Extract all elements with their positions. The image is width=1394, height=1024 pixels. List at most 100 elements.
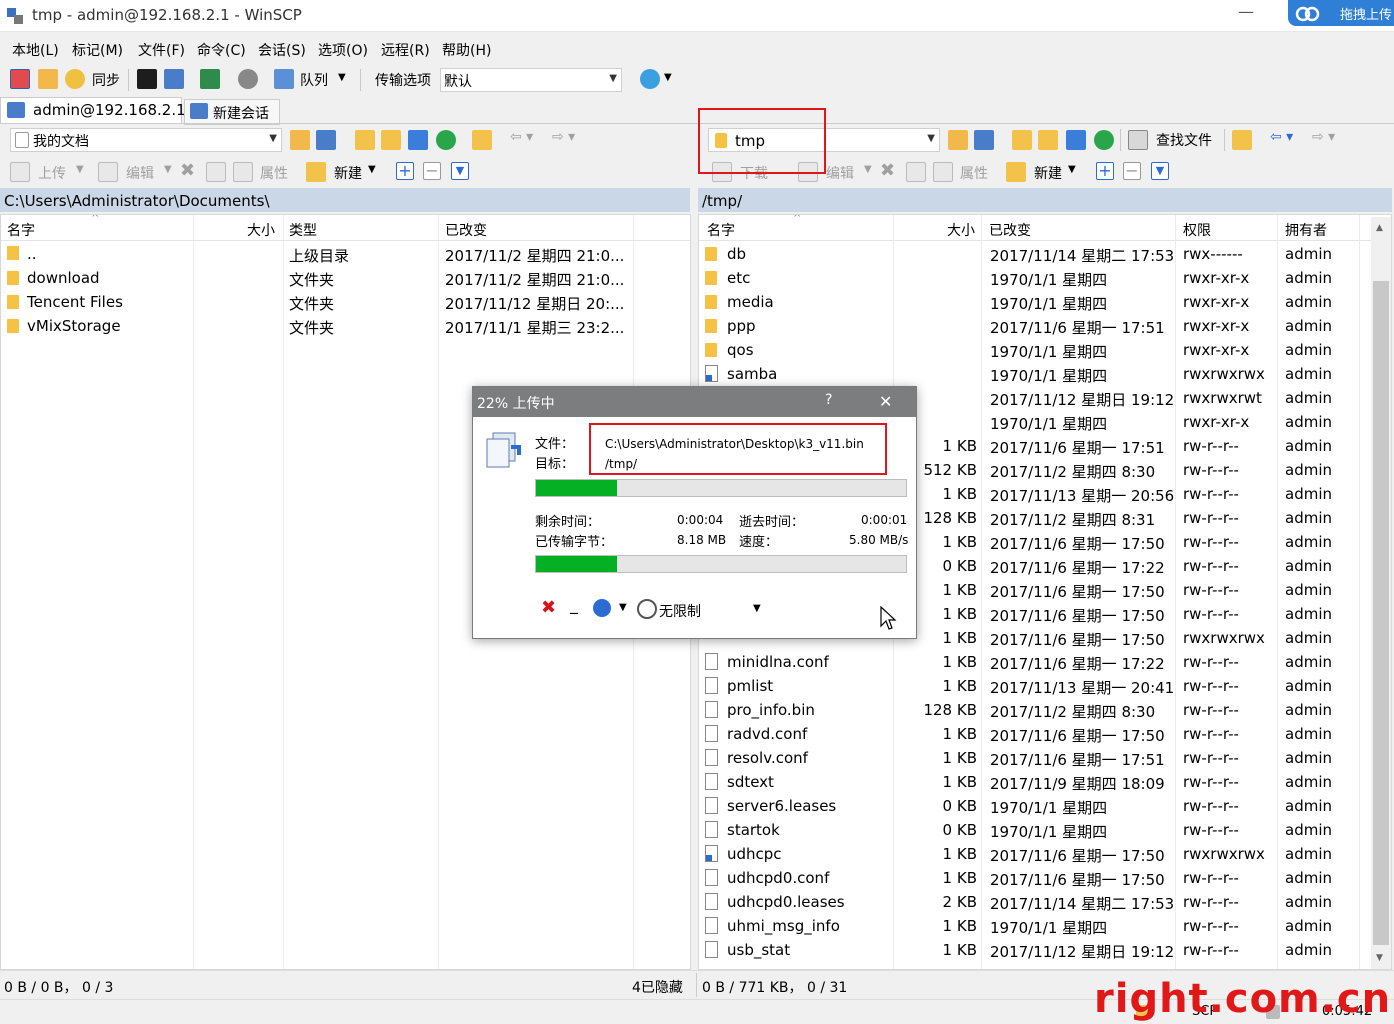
new-button[interactable]: 新建	[1034, 163, 1062, 183]
chevron-down-icon[interactable]: ▼	[664, 72, 672, 83]
minimize-button[interactable]: —	[1238, 2, 1254, 21]
table-row[interactable]: sdtext 1 KB 2017/11/9 星期四 18:09 rw-r--r-- ad…	[699, 770, 1391, 794]
menu-options[interactable]: 选项(O)	[318, 40, 368, 60]
table-row[interactable]: qos 1970/1/1 星期四 rwxr-xr-x admin	[699, 338, 1391, 362]
properties-button[interactable]: 属性	[260, 163, 288, 183]
table-row[interactable]: etc 1970/1/1 星期四 rwxr-xr-x admin	[699, 266, 1391, 290]
rename-icon[interactable]	[906, 162, 926, 182]
forward-icon[interactable]: ⇨ ▾	[552, 129, 575, 145]
rename-icon[interactable]	[206, 162, 226, 182]
table-row[interactable]: server6.leases 0 KB 1970/1/1 星期四 rw-r--r-- a…	[699, 794, 1391, 818]
table-row[interactable]: udhcpc 1 KB 2017/11/6 星期一 17:50 rwxrwxrwx ad…	[699, 842, 1391, 866]
filter-select-icon[interactable]: ▼	[1151, 162, 1169, 180]
close-button[interactable]: ✕	[879, 392, 892, 411]
table-row[interactable]: media 1970/1/1 星期四 rwxr-xr-x admin	[699, 290, 1391, 314]
select-plus-icon[interactable]: +	[396, 162, 414, 180]
refresh-icon[interactable]	[1094, 130, 1114, 150]
table-row[interactable]: ppp 2017/11/6 星期一 17:51 rwxr-xr-x admin	[699, 314, 1391, 338]
speed-limit-select[interactable]: 无限制	[659, 601, 701, 621]
column-size[interactable]: 大小	[247, 220, 275, 240]
tree-icon[interactable]	[472, 130, 492, 150]
new-button[interactable]: 新建	[334, 163, 362, 183]
parent-dir-icon[interactable]	[355, 130, 375, 150]
home-icon[interactable]	[1066, 130, 1086, 150]
table-row[interactable]: samba 1970/1/1 星期四 rwxrwxrwx admin	[699, 362, 1391, 386]
forward-icon[interactable]: ⇨ ▾	[1312, 129, 1335, 145]
table-row[interactable]: Tencent Files 文件夹 2017/11/12 星期日 20:...	[1, 290, 690, 314]
terminal-icon[interactable]	[137, 69, 157, 89]
column-size[interactable]: 大小	[947, 220, 975, 240]
table-row[interactable]: download 文件夹 2017/11/2 星期四 21:0...	[1, 266, 690, 290]
chevron-down-icon[interactable]: ▼	[1068, 164, 1076, 175]
queue-button[interactable]: 队列	[300, 70, 328, 90]
open-folder-icon[interactable]	[290, 130, 310, 150]
refresh-icon[interactable]	[436, 130, 456, 150]
scrollbar[interactable]: ▲ ▼	[1371, 217, 1391, 969]
menu-mark[interactable]: 标记(M)	[72, 40, 123, 60]
chevron-down-icon[interactable]: ▼	[864, 164, 872, 175]
column-changed[interactable]: 已改变	[989, 220, 1031, 240]
new-session-tab[interactable]: 新建会话	[184, 99, 280, 125]
column-changed[interactable]: 已改变	[445, 220, 487, 240]
back-icon[interactable]: ⇦ ▾	[1270, 129, 1293, 145]
table-row[interactable]: udhcpd0.conf 1 KB 2017/11/6 星期一 17:50 rw-r-…	[699, 866, 1391, 890]
table-row[interactable]: resolv.conf 1 KB 2017/11/6 星期一 17:51 rw-r--…	[699, 746, 1391, 770]
table-row[interactable]: vMixStorage 文件夹 2017/11/1 星期三 23:2...	[1, 314, 690, 338]
properties-button[interactable]: 属性	[960, 163, 988, 183]
help-button[interactable]: ?	[825, 392, 832, 408]
menu-local[interactable]: 本地(L)	[12, 40, 59, 60]
table-row[interactable]: pro_info.bin 128 KB 2017/11/2 星期四 8:30 rw-r…	[699, 698, 1391, 722]
root-dir-icon[interactable]	[381, 130, 401, 150]
chevron-down-icon[interactable]: ▼	[338, 72, 346, 83]
globe-icon[interactable]	[640, 69, 660, 89]
column-type[interactable]: 类型	[289, 220, 317, 240]
baidu-upload-widget[interactable]: 拖拽上传	[1288, 0, 1394, 26]
select-minus-icon[interactable]: −	[1123, 162, 1141, 180]
delete-icon[interactable]: ✖	[880, 160, 895, 181]
minimize-dialog-button[interactable]: _	[570, 595, 578, 614]
gear-icon[interactable]	[238, 69, 258, 89]
filter-icon[interactable]	[316, 130, 336, 150]
table-row[interactable]: pmlist 1 KB 2017/11/13 星期一 20:41 rw-r--r-- a…	[699, 674, 1391, 698]
cancel-button[interactable]: ✖	[541, 597, 556, 618]
synchronize-browse-icon[interactable]	[38, 69, 58, 89]
chevron-down-icon[interactable]: ▼	[76, 164, 84, 175]
column-name[interactable]: 名字	[7, 220, 35, 240]
local-location-select[interactable]: 我的文档 ▼	[10, 128, 282, 152]
parent-dir-icon[interactable]	[1012, 130, 1032, 150]
column-owner[interactable]: 拥有者	[1285, 220, 1327, 240]
chevron-down-icon[interactable]: ▼	[753, 603, 761, 614]
session-tab-active[interactable]: admin@192.168.2.1	[0, 97, 186, 123]
table-row[interactable]: .. 上级目录 2017/11/2 星期四 21:0...	[1, 242, 690, 266]
compare-icon[interactable]	[10, 69, 30, 89]
table-row[interactable]: db 2017/11/14 星期二 17:53 rwx------ admin	[699, 242, 1391, 266]
putty-icon[interactable]	[164, 69, 184, 89]
tree-icon[interactable]	[1232, 130, 1252, 150]
local-path-bar[interactable]: C:\Users\Administrator\Documents\	[0, 188, 690, 212]
chevron-down-icon[interactable]: ▼	[368, 164, 376, 175]
once-done-icon[interactable]	[593, 599, 611, 617]
filter-select-icon[interactable]: ▼	[451, 162, 469, 180]
select-minus-icon[interactable]: −	[423, 162, 441, 180]
edit-button[interactable]: 编辑	[126, 163, 154, 183]
table-row[interactable]: minidlna.conf 1 KB 2017/11/6 星期一 17:22 rw-r…	[699, 650, 1391, 674]
table-row[interactable]: uhmi_msg_info 1 KB 1970/1/1 星期四 rw-r--r-- ad…	[699, 914, 1391, 938]
back-icon[interactable]: ⇦ ▾	[510, 129, 533, 145]
remote-path-bar[interactable]: /tmp/	[698, 188, 1392, 212]
transfer-preset-select[interactable]: 默认 ▼	[440, 68, 622, 92]
menu-file[interactable]: 文件(F)	[138, 40, 185, 60]
table-row[interactable]: usb_stat 1 KB 2017/11/12 星期日 19:12 rw-r--r-…	[699, 938, 1391, 962]
menu-session[interactable]: 会话(S)	[258, 40, 306, 60]
edit-button[interactable]: 编辑	[826, 163, 854, 183]
menu-help[interactable]: 帮助(H)	[442, 40, 491, 60]
upload-button[interactable]: 上传	[38, 163, 66, 183]
open-folder-icon[interactable]	[948, 130, 968, 150]
chevron-down-icon[interactable]: ▼	[619, 602, 627, 613]
menu-remote[interactable]: 远程(R)	[381, 40, 430, 60]
delete-icon[interactable]: ✖	[180, 160, 195, 181]
sync-button[interactable]: 同步	[92, 70, 120, 90]
find-files-button[interactable]: 查找文件	[1156, 130, 1212, 150]
chevron-down-icon[interactable]: ▼	[164, 164, 172, 175]
column-name[interactable]: 名字	[707, 220, 735, 240]
select-plus-icon[interactable]: +	[1096, 162, 1114, 180]
